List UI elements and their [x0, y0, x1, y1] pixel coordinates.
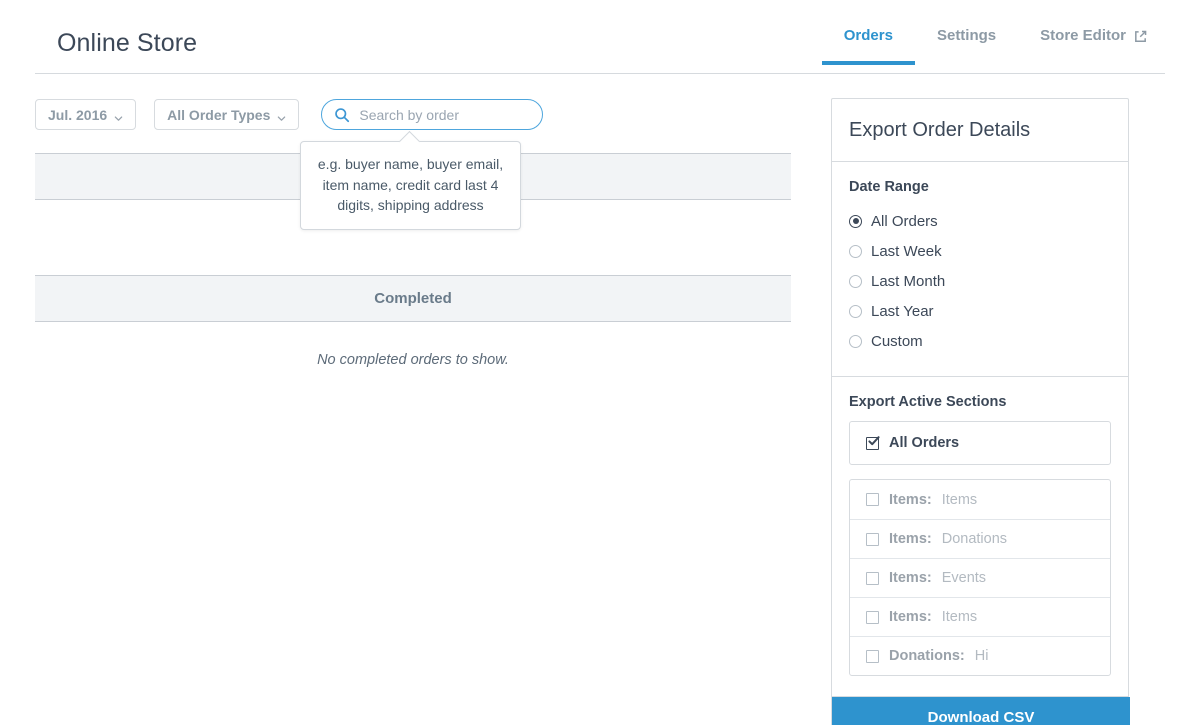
order-type-filter-label: All Order Types — [167, 106, 271, 123]
header-divider — [35, 73, 1165, 74]
nav-item-settings-label: Settings — [936, 27, 997, 44]
export-active-sections-label: Export Active Sections — [849, 394, 1007, 410]
download-csv-button[interactable]: Download CSV — [832, 697, 1130, 725]
checkbox-icon — [866, 532, 879, 546]
section-checkbox-list: Items: Items Items: Donations Items: Eve… — [849, 479, 1111, 676]
radio-all-orders[interactable]: All Orders — [849, 206, 1111, 236]
checkbox-row-items-donations[interactable]: Items: Donations — [850, 519, 1110, 558]
completed-section-title: Completed — [374, 290, 452, 307]
date-range-label: Date Range — [849, 179, 929, 195]
checkbox-icon — [866, 649, 879, 663]
search-field[interactable] — [321, 99, 544, 130]
top-bar: Online Store Orders Settings Store Edito… — [0, 0, 1200, 74]
main-nav: Orders Settings Store Editor — [821, 27, 1170, 65]
tooltip-text: e.g. buyer name, buyer email, item name,… — [317, 156, 504, 213]
completed-section-body: No completed orders to show. — [35, 322, 791, 397]
checkbox-prefix: Donations: — [889, 648, 965, 664]
radio-last-week[interactable]: Last Week — [849, 236, 1111, 266]
checkbox-prefix: Items: — [889, 491, 932, 508]
checkbox-value: Events — [941, 570, 987, 586]
order-type-filter-dropdown[interactable]: All Order Types — [154, 99, 300, 130]
chevron-down-icon — [114, 110, 123, 121]
checkbox-icon — [866, 493, 879, 506]
search-icon — [334, 107, 350, 123]
nav-item-settings[interactable]: Settings — [915, 27, 1018, 65]
nav-item-orders-label: Orders — [843, 27, 893, 44]
nav-item-store-editor-label: Store Editor — [1040, 27, 1126, 44]
chevron-down-icon — [277, 110, 286, 121]
radio-all-orders-label: All Orders — [871, 212, 938, 230]
checkbox-all-orders-label: All Orders — [889, 435, 960, 451]
search-hint-tooltip: e.g. buyer name, buyer email, item name,… — [300, 130, 521, 230]
all-orders-checkbox-box: All Orders — [849, 421, 1111, 465]
date-filter-dropdown[interactable]: Jul. 2016 — [35, 99, 137, 130]
checkbox-value: Items — [941, 491, 978, 508]
checkbox-row-all-orders[interactable]: All Orders — [850, 422, 1110, 464]
export-order-details-panel: Export Order Details Date Range All Orde… — [831, 98, 1130, 725]
radio-icon — [849, 244, 862, 258]
export-active-sections: Export Active Sections All Orders Items:… — [832, 377, 1128, 697]
radio-custom-label: Custom — [871, 332, 923, 350]
checkmark-icon — [866, 433, 882, 449]
radio-icon — [849, 274, 862, 288]
checkbox-row-items-items-1[interactable]: Items: Items — [850, 480, 1110, 519]
checkbox-row-items-items-2[interactable]: Items: Items — [850, 597, 1110, 636]
checkbox-icon — [866, 435, 880, 450]
nav-item-orders[interactable]: Orders — [821, 27, 916, 65]
checkbox-icon — [866, 610, 879, 624]
radio-last-year-label: Last Year — [871, 302, 934, 320]
nav-item-store-editor[interactable]: Store Editor — [1018, 27, 1170, 65]
checkbox-row-donations-hi[interactable]: Donations: Hi — [850, 636, 1110, 675]
radio-icon — [849, 334, 862, 348]
checkbox-value: Items — [941, 609, 978, 625]
radio-last-week-label: Last Week — [871, 242, 942, 260]
checkbox-row-items-events[interactable]: Items: Events — [850, 558, 1110, 597]
filter-bar: Jul. 2016 All Order Types — [35, 99, 544, 130]
search-input[interactable] — [359, 106, 531, 123]
radio-custom[interactable]: Custom — [849, 326, 1111, 356]
date-filter-label: Jul. 2016 — [48, 106, 108, 123]
completed-empty-text: No completed orders to show. — [317, 351, 509, 368]
checkbox-icon — [866, 571, 879, 585]
completed-section-header: Completed — [35, 275, 791, 322]
radio-last-month-label: Last Month — [871, 272, 946, 290]
radio-last-month[interactable]: Last Month — [849, 266, 1111, 296]
app-root: Online Store Orders Settings Store Edito… — [0, 0, 1200, 725]
page-title: Online Store — [57, 29, 198, 57]
checkbox-prefix: Items: — [889, 609, 932, 625]
export-panel-title: Export Order Details — [832, 99, 1128, 162]
date-range-section: Date Range All Orders Last Week Last Mon… — [832, 162, 1128, 377]
checkbox-value: Hi — [974, 648, 989, 664]
checkbox-prefix: Items: — [889, 531, 932, 547]
checkbox-prefix: Items: — [889, 570, 932, 586]
radio-icon — [849, 304, 862, 318]
checkbox-value: Donations — [941, 531, 1008, 547]
radio-last-year[interactable]: Last Year — [849, 296, 1111, 326]
tooltip-arrow-inner — [398, 132, 421, 155]
radio-icon — [849, 214, 862, 228]
external-link-icon — [1133, 29, 1148, 44]
